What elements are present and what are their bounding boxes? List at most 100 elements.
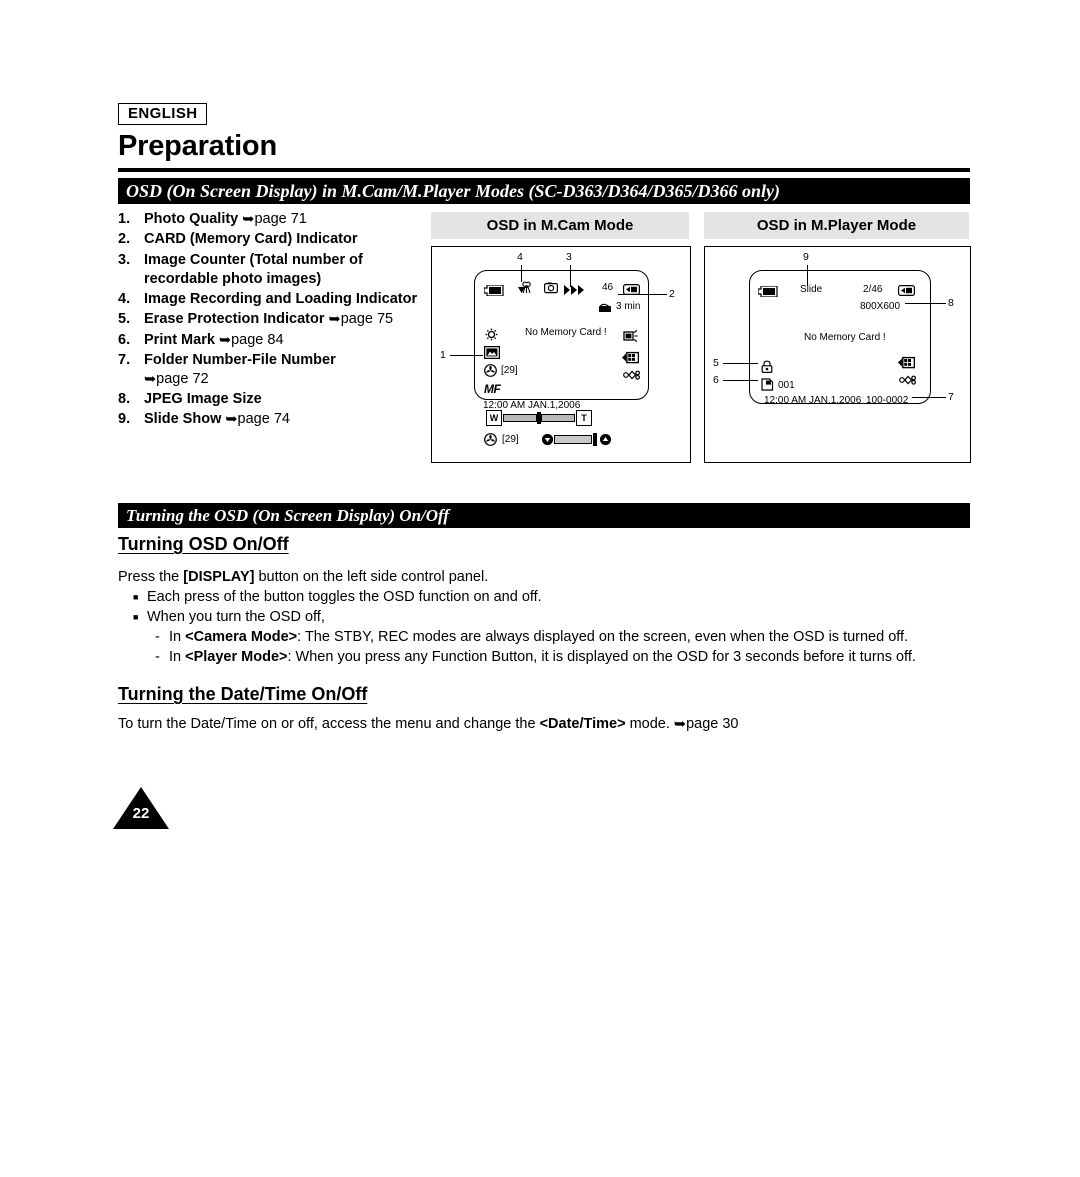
dash-text-post: : The STBY, REC modes are always display… bbox=[297, 629, 909, 645]
list-item-label: CARD (Memory Card) Indicator bbox=[144, 231, 358, 248]
list-item-number: 7. bbox=[118, 351, 131, 368]
exposure-slider[interactable] bbox=[542, 433, 611, 446]
section-header-turning-label: Turning the OSD (On Screen Display) On/O… bbox=[126, 505, 450, 525]
list-item-number: 5. bbox=[118, 311, 131, 328]
list-item-number: 8. bbox=[118, 391, 131, 408]
press-display-instruction: Press the [DISPLAY] button on the left s… bbox=[118, 567, 488, 588]
bullet-text: When you turn the OSD off, bbox=[147, 609, 325, 625]
list-item-label: Image Recording and Loading Indicator bbox=[144, 290, 418, 307]
page-arrow-icon: ➥ bbox=[242, 211, 255, 228]
list-item: 1. Photo Quality ➥page 71 bbox=[118, 210, 433, 229]
camera-mode-token: <Camera Mode> bbox=[185, 629, 298, 645]
datetime-mode-token: <Date/Time> bbox=[539, 716, 626, 732]
page-number-badge: 22 bbox=[113, 787, 169, 829]
list-item-ref: page 71 bbox=[254, 211, 307, 227]
list-item-number: 3. bbox=[118, 251, 131, 268]
bullet-square-icon: ■ bbox=[133, 592, 139, 602]
image-counter: 2/46 bbox=[863, 284, 883, 295]
backlight-icon bbox=[622, 329, 638, 348]
list-item: 7. Folder Number-File Number ➥page 72 bbox=[118, 351, 433, 389]
image-counter: 46 bbox=[602, 282, 614, 293]
heading-turning-datetime: Turning the Date/Time On/Off bbox=[118, 684, 368, 704]
focus-mode-label: MF bbox=[484, 382, 501, 396]
list-item: 2. CARD (Memory Card) Indicator bbox=[118, 230, 433, 249]
no-memory-card-message: No Memory Card ! bbox=[804, 332, 886, 343]
manual-page: ENGLISH Preparation OSD (On Screen Displ… bbox=[0, 0, 1080, 1177]
callout-3: 3 bbox=[566, 251, 572, 263]
panel-header-mplayer: OSD in M.Player Mode bbox=[704, 212, 969, 239]
list-item: 3. Image Counter (Total number of record… bbox=[118, 251, 433, 289]
zoom-wide-key[interactable]: W bbox=[486, 410, 502, 426]
exposure-knob[interactable] bbox=[593, 433, 597, 446]
callout-2: 2 bbox=[669, 288, 675, 300]
display-button-key: [DISPLAY] bbox=[183, 569, 255, 585]
list-item-label: Image Counter (Total number of recordabl… bbox=[144, 251, 363, 287]
list-item-label: Folder Number-File Number bbox=[144, 351, 336, 368]
exposure-bar bbox=[554, 435, 592, 444]
page-number-value: 22 bbox=[132, 805, 150, 822]
slide-show-label: Slide bbox=[800, 284, 823, 295]
heading-turning-osd: Turning OSD On/Off bbox=[118, 534, 289, 554]
list-item-label: Photo Quality bbox=[144, 211, 243, 227]
jpeg-size-icon bbox=[622, 351, 640, 369]
list-item-label: Erase Protection Indicator bbox=[144, 311, 329, 328]
jpeg-image-size: 800X600 bbox=[860, 301, 901, 312]
section-header-turning: Turning the OSD (On Screen Display) On/O… bbox=[118, 503, 970, 528]
list-item: 9. Slide Show ➥page 74 bbox=[118, 410, 433, 429]
callout-9: 9 bbox=[803, 251, 809, 263]
erase-protection-lock-icon bbox=[761, 360, 773, 378]
callout-5: 5 bbox=[713, 357, 719, 369]
list-item-ref: page 75 bbox=[340, 311, 394, 328]
page-title: Preparation bbox=[118, 130, 277, 162]
dash-icon: - bbox=[155, 649, 160, 665]
exposure-down-icon[interactable] bbox=[542, 434, 553, 445]
list-item-number: 9. bbox=[118, 411, 131, 428]
lcd-screen-mcam: 46 3 min No Memory Card ! [29] MF 12:00 … bbox=[474, 270, 649, 411]
datetime-text-pre: To turn the Date/Time on or off, access … bbox=[118, 716, 540, 732]
list-item-number: 1. bbox=[118, 211, 131, 227]
page-arrow-icon: ➥ bbox=[673, 716, 687, 733]
file-number: 100-0002 bbox=[866, 395, 909, 406]
dash-text-pre: In bbox=[169, 649, 186, 665]
aperture-fan-icon bbox=[484, 433, 497, 451]
datetime-display: 12:00 AM JAN.1,2006 bbox=[764, 395, 862, 406]
list-item-ref: page 84 bbox=[231, 331, 284, 348]
panel-header-mplayer-label: OSD in M.Player Mode bbox=[756, 217, 917, 234]
diagram-mcam: 4 3 1 2 46 3 min No Memory Card ! [29] M… bbox=[431, 246, 691, 463]
list-item-label: Print Mark bbox=[144, 331, 219, 348]
page-arrow-icon: ➥ bbox=[328, 311, 341, 328]
battery-icon bbox=[757, 284, 778, 302]
dash-text: In <Camera Mode>: The STBY, REC modes ar… bbox=[169, 627, 908, 648]
section-header-osd-label: OSD (On Screen Display) in M.Cam/M.Playe… bbox=[126, 180, 781, 201]
callout-8: 8 bbox=[948, 297, 954, 309]
datetime-text-post: mode. bbox=[625, 716, 674, 732]
list-item-label: Slide Show bbox=[144, 411, 226, 428]
page-arrow-icon: ➥ bbox=[218, 332, 232, 349]
datetime-page-ref: page 30 bbox=[686, 716, 739, 732]
callout-4: 4 bbox=[517, 251, 523, 263]
page-arrow-icon: ➥ bbox=[225, 411, 238, 428]
exposure-up-icon[interactable] bbox=[600, 434, 611, 445]
effect-icon bbox=[899, 373, 917, 391]
slider-count: [29] bbox=[502, 434, 519, 445]
aperture-fan-icon bbox=[484, 364, 497, 382]
battery-icon bbox=[483, 283, 504, 301]
bullet-text: Each press of the button toggles the OSD… bbox=[147, 589, 542, 605]
page-arrow-icon: ➥ bbox=[144, 371, 157, 388]
press-text-pre: Press the bbox=[118, 569, 184, 585]
osd-legend-list: 1. Photo Quality ➥page 71 2. CARD (Memor… bbox=[118, 210, 433, 431]
title-divider bbox=[118, 168, 970, 172]
dash-item: - In <Camera Mode>: The STBY, REC modes … bbox=[155, 627, 908, 648]
dash-item: - In <Player Mode>: When you press any F… bbox=[155, 647, 916, 668]
press-text-post: button on the left side control panel. bbox=[254, 569, 489, 585]
record-time: 3 min bbox=[616, 301, 641, 312]
list-item-ref: page 72 bbox=[156, 370, 209, 387]
panel-header-mcam: OSD in M.Cam Mode bbox=[431, 212, 689, 239]
list-item: 4. Image Recording and Loading Indicator bbox=[118, 290, 433, 309]
list-item-number: 4. bbox=[118, 290, 131, 307]
print-mark-icon bbox=[761, 378, 774, 396]
zoom-tele-key[interactable]: T bbox=[576, 410, 592, 426]
zoom-slider[interactable]: W T bbox=[486, 410, 592, 426]
panel-header-mcam-label: OSD in M.Cam Mode bbox=[486, 217, 634, 234]
callout-1: 1 bbox=[440, 349, 446, 361]
